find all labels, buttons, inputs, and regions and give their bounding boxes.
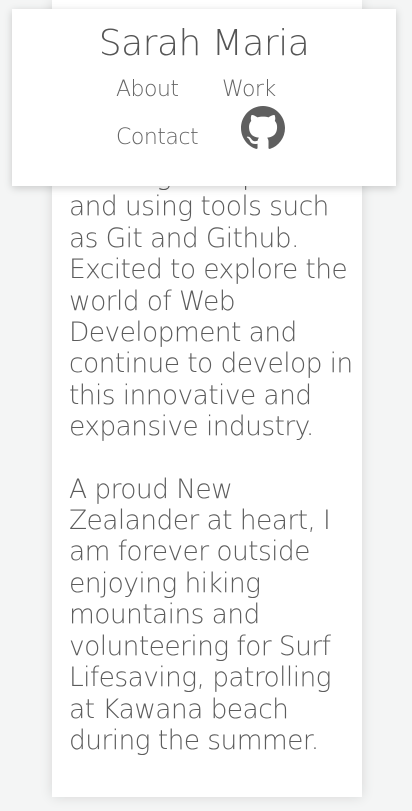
nav-link-about[interactable]: About bbox=[116, 77, 179, 102]
site-title[interactable]: Sarah Maria bbox=[12, 23, 396, 64]
about-paragraph-1: learning best practices and using tools … bbox=[69, 160, 358, 443]
nav-link-contact[interactable]: Contact bbox=[116, 125, 199, 150]
site-header: Sarah Maria About Work Contact bbox=[12, 9, 396, 186]
github-icon-graphic bbox=[241, 106, 285, 149]
nav-link-work[interactable]: Work bbox=[222, 77, 276, 102]
about-text-block: learning best practices and using tools … bbox=[69, 160, 359, 787]
about-paragraph-2: A proud New Zealander at heart, I am for… bbox=[69, 473, 332, 756]
github-icon[interactable] bbox=[241, 106, 285, 150]
